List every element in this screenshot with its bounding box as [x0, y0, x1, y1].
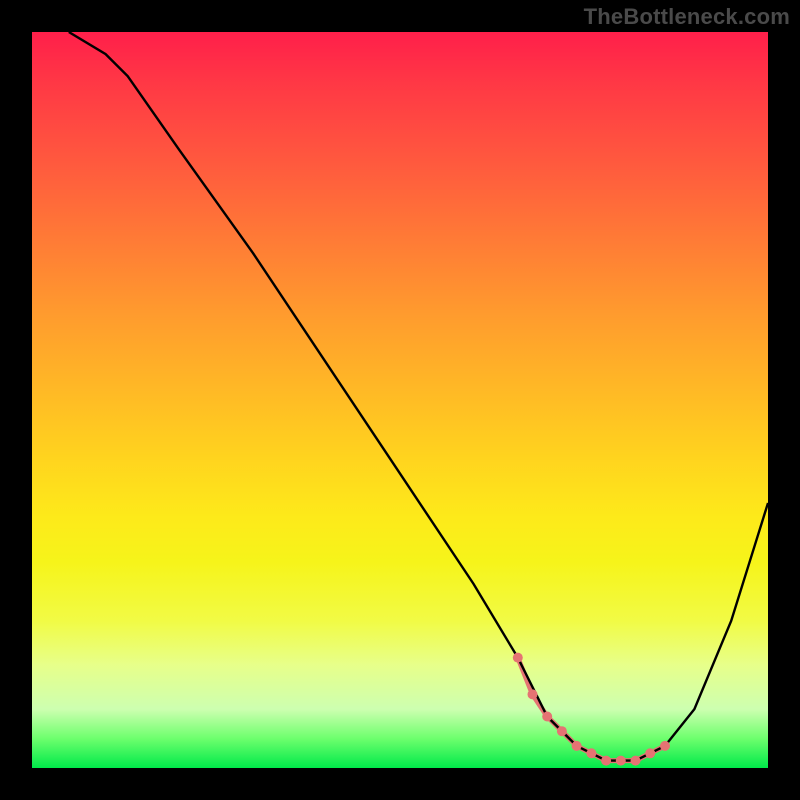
- attribution-text: TheBottleneck.com: [584, 4, 790, 30]
- highlight-segment: [518, 658, 665, 761]
- highlight-dot: [645, 748, 655, 758]
- plot-svg: [32, 32, 768, 768]
- highlight-dot: [528, 689, 538, 699]
- highlight-dot: [586, 748, 596, 758]
- highlight-dot: [631, 756, 641, 766]
- highlight-dot: [601, 756, 611, 766]
- highlight-dot: [513, 653, 523, 663]
- chart-frame: TheBottleneck.com: [0, 0, 800, 800]
- main-curve: [69, 32, 768, 761]
- highlight-dot: [542, 712, 552, 722]
- plot-area: [32, 32, 768, 768]
- highlight-dot: [572, 741, 582, 751]
- highlight-dot: [660, 741, 670, 751]
- highlight-dot: [557, 726, 567, 736]
- highlight-dot: [616, 756, 626, 766]
- highlight-dots: [513, 653, 670, 766]
